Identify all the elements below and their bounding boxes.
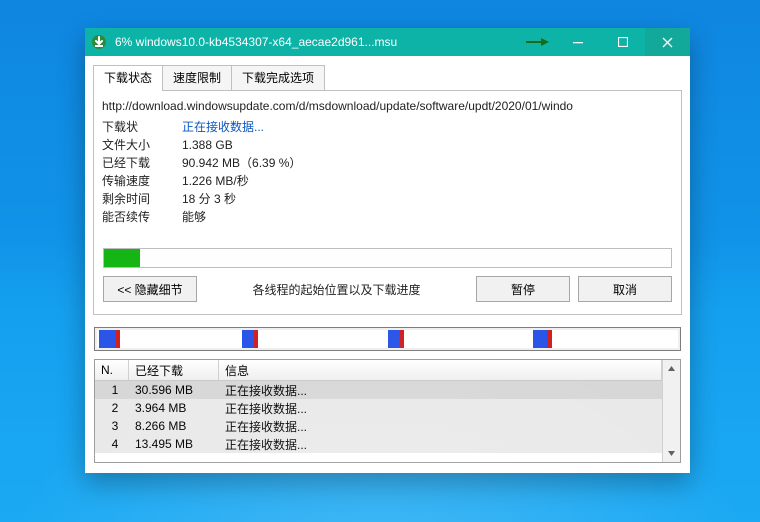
- cell-info: 正在接收数据...: [219, 436, 662, 453]
- tabs: 下载状态 速度限制 下载完成选项: [93, 65, 682, 91]
- table-row[interactable]: 130.596 MB正在接收数据...: [95, 381, 662, 399]
- cell-downloaded: 8.266 MB: [129, 419, 219, 433]
- table-row[interactable]: 38.266 MB正在接收数据...: [95, 417, 662, 435]
- segment-map: [94, 327, 681, 351]
- window-controls: [555, 28, 690, 56]
- cell-n: 1: [95, 383, 129, 397]
- cell-downloaded: 30.596 MB: [129, 383, 219, 397]
- table-row[interactable]: 413.495 MB正在接收数据...: [95, 435, 662, 453]
- value-speed: 1.226 MB/秒: [182, 172, 249, 190]
- minimize-button[interactable]: [555, 28, 600, 56]
- segment-chunk: [388, 330, 401, 348]
- cell-n: 2: [95, 401, 129, 415]
- segment-map-track: [97, 330, 678, 348]
- segment-chunk: [400, 330, 404, 348]
- progress-bar: [103, 248, 672, 268]
- label-downloaded: 已经下载: [102, 154, 182, 172]
- cell-n: 4: [95, 437, 129, 451]
- tab-speed-limit[interactable]: 速度限制: [162, 65, 232, 90]
- scroll-down-button[interactable]: [663, 445, 680, 462]
- desktop: 6% windows10.0-kb4534307-x64_aecae2d961.…: [0, 0, 760, 522]
- header-info[interactable]: 信息: [219, 360, 662, 380]
- maximize-button[interactable]: [600, 28, 645, 56]
- close-button[interactable]: [645, 28, 690, 56]
- segment-chunk: [99, 330, 116, 348]
- segment-chunk: [254, 330, 258, 348]
- tab-on-complete[interactable]: 下载完成选项: [231, 65, 325, 90]
- scroll-track[interactable]: [663, 377, 680, 445]
- header-downloaded[interactable]: 已经下载: [129, 360, 219, 380]
- table-row[interactable]: 23.964 MB正在接收数据...: [95, 399, 662, 417]
- download-dialog: 6% windows10.0-kb4534307-x64_aecae2d961.…: [85, 28, 690, 473]
- segment-chunk: [533, 330, 547, 348]
- tab-status[interactable]: 下载状态: [93, 65, 163, 90]
- segment-chunk: [547, 330, 553, 348]
- segment-chunk: [242, 330, 254, 348]
- label-speed: 传输速度: [102, 172, 182, 190]
- label-resumable: 能否续传: [102, 208, 182, 226]
- cell-n: 3: [95, 419, 129, 433]
- thread-list-header: N. 已经下载 信息: [95, 360, 662, 381]
- app-icon: [85, 34, 113, 50]
- thread-list-scrollbar[interactable]: [662, 360, 680, 462]
- header-n[interactable]: N.: [95, 360, 129, 380]
- progress-fill: [104, 249, 140, 267]
- label-file-size: 文件大小: [102, 136, 182, 154]
- cell-downloaded: 13.495 MB: [129, 437, 219, 451]
- segment-chunk: [116, 330, 120, 348]
- scroll-up-button[interactable]: [663, 360, 680, 377]
- value-status: 正在接收数据...: [182, 118, 264, 136]
- thread-list: N. 已经下载 信息 130.596 MB正在接收数据...23.964 MB正…: [94, 359, 681, 463]
- window-title: 6% windows10.0-kb4534307-x64_aecae2d961.…: [113, 35, 525, 49]
- hide-details-button[interactable]: << 隐藏细节: [103, 276, 197, 302]
- status-panel: http://download.windowsupdate.com/d/msdo…: [93, 90, 682, 315]
- cell-info: 正在接收数据...: [219, 400, 662, 417]
- cell-downloaded: 3.964 MB: [129, 401, 219, 415]
- value-downloaded: 90.942 MB（6.39 %）: [182, 154, 301, 172]
- label-time-left: 剩余时间: [102, 190, 182, 208]
- threads-caption: 各线程的起始位置以及下载进度: [205, 281, 468, 298]
- cell-info: 正在接收数据...: [219, 418, 662, 435]
- label-status: 下载状: [102, 118, 182, 136]
- download-url: http://download.windowsupdate.com/d/msdo…: [102, 97, 673, 118]
- cell-info: 正在接收数据...: [219, 382, 662, 399]
- cancel-button[interactable]: 取消: [578, 276, 672, 302]
- arrow-icon: [525, 37, 549, 47]
- value-resumable: 能够: [182, 208, 206, 226]
- value-file-size: 1.388 GB: [182, 136, 233, 154]
- value-time-left: 18 分 3 秒: [182, 190, 236, 208]
- pause-button[interactable]: 暂停: [476, 276, 570, 302]
- titlebar[interactable]: 6% windows10.0-kb4534307-x64_aecae2d961.…: [85, 28, 690, 56]
